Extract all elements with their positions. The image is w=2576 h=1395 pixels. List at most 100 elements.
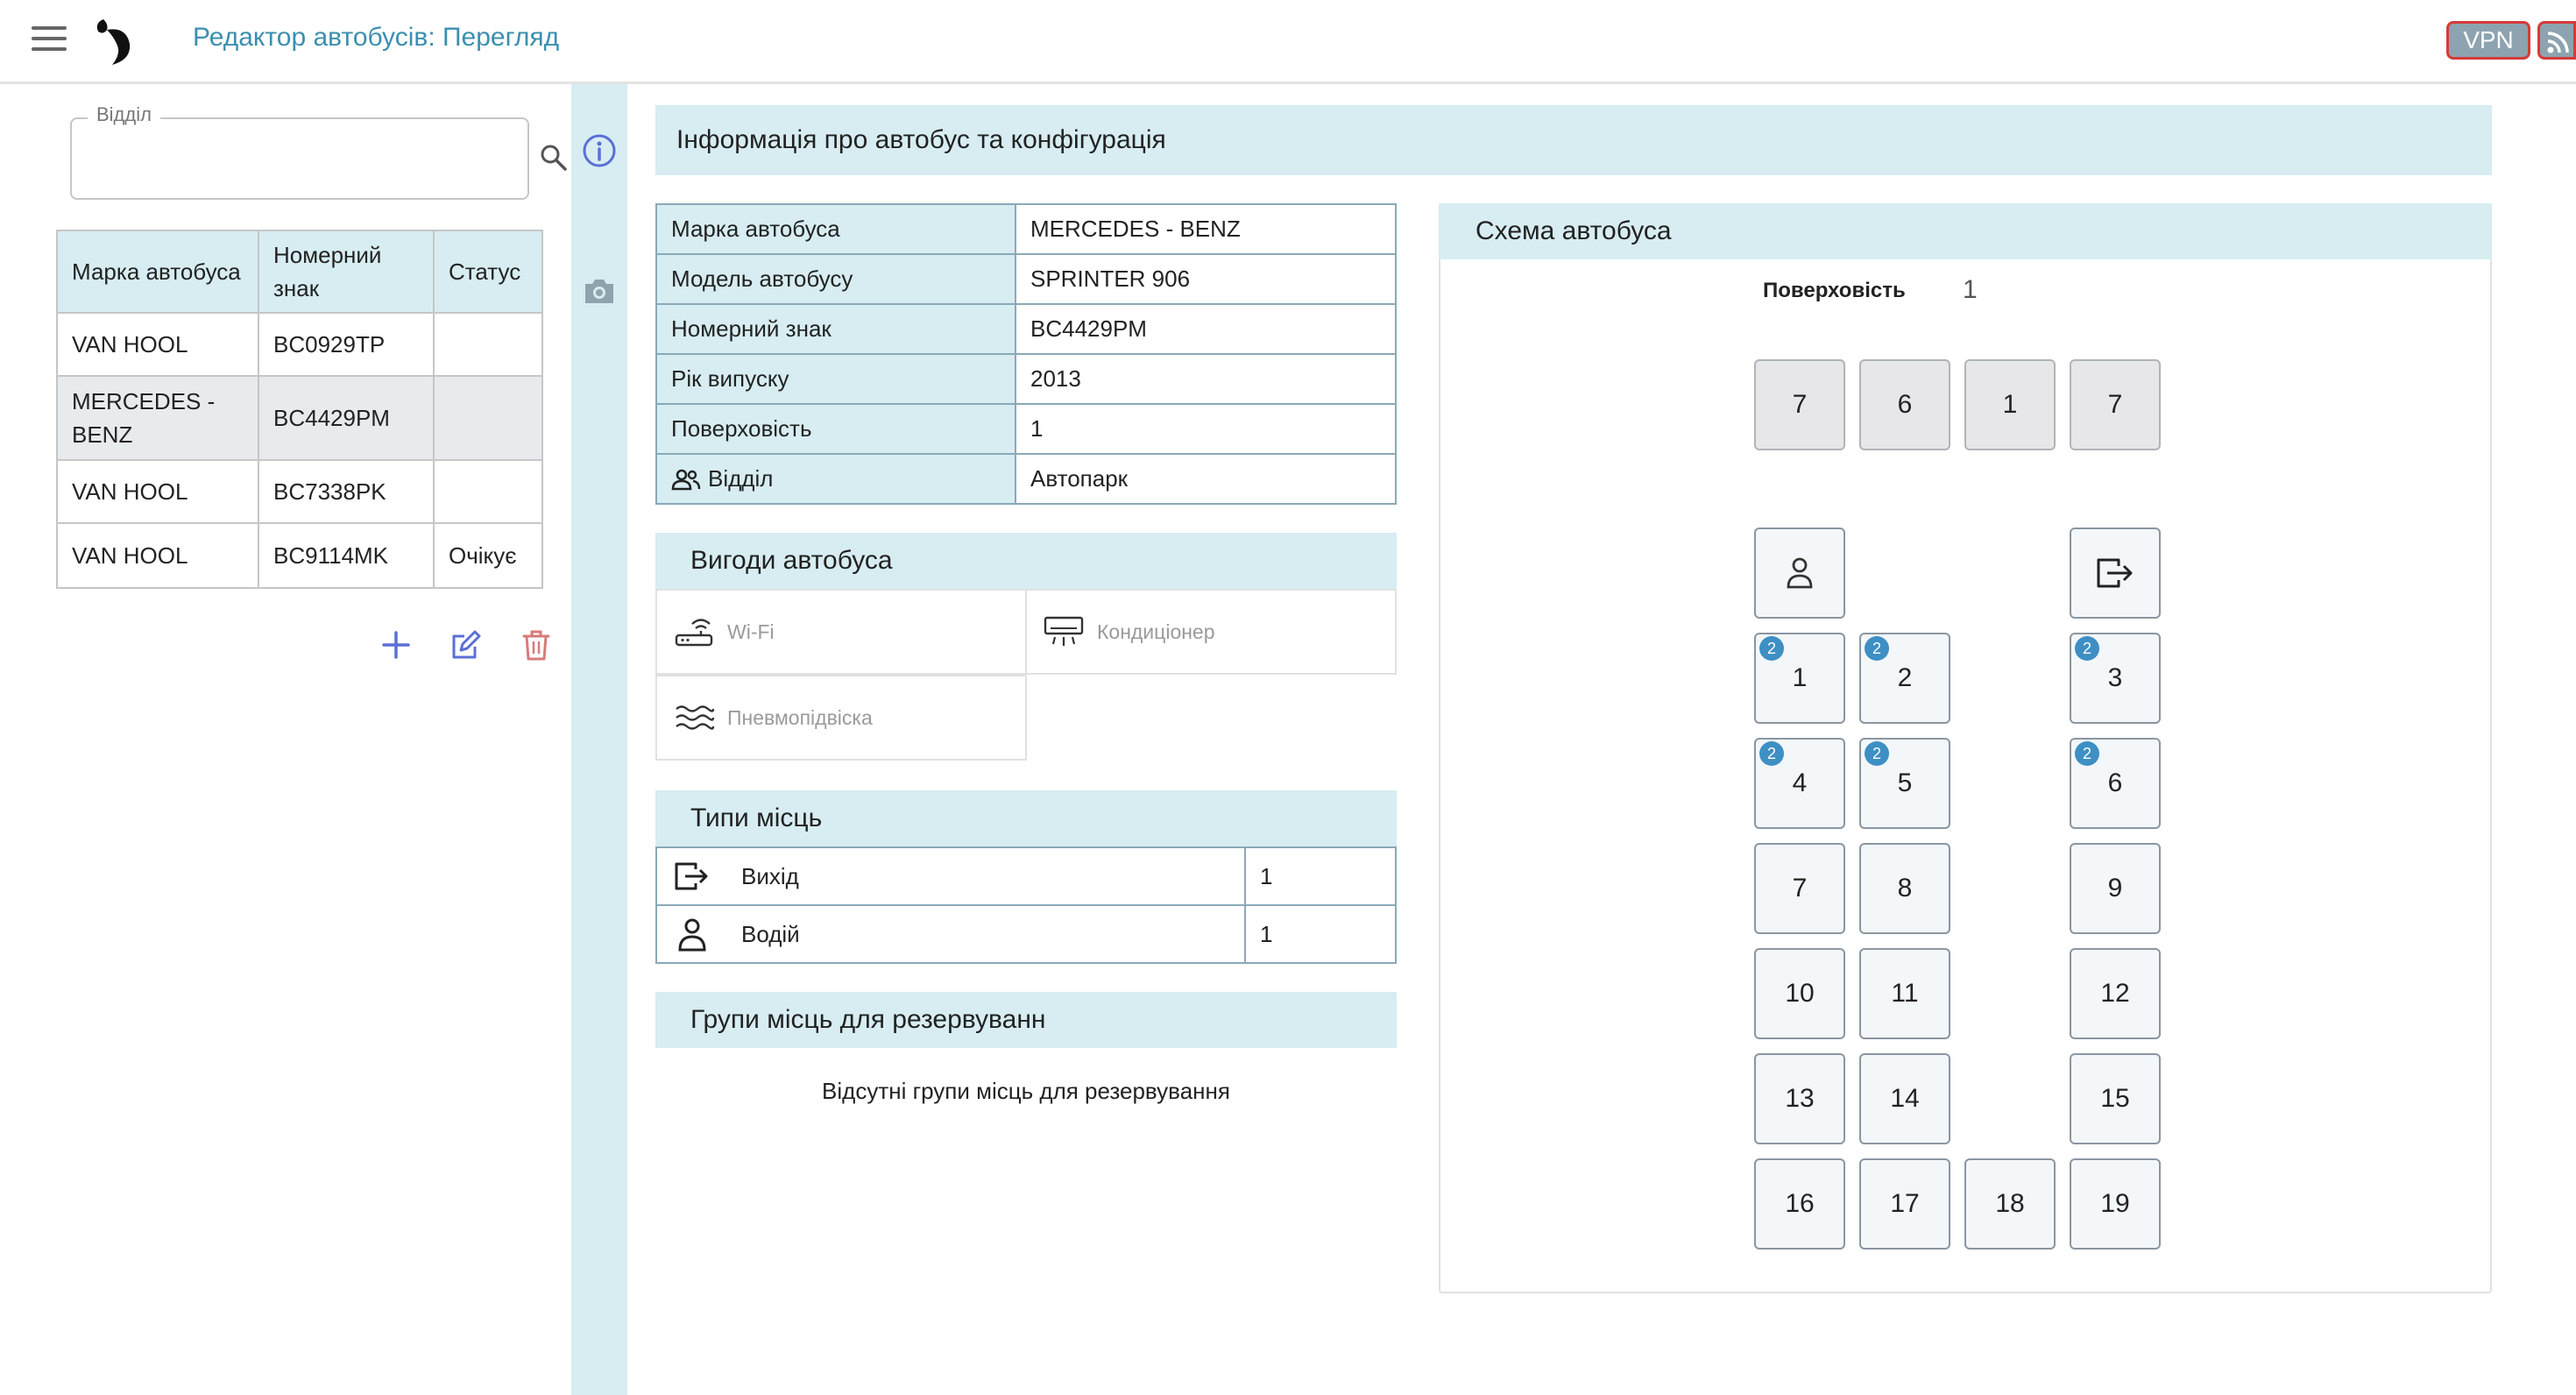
wifi-router-icon	[675, 619, 713, 647]
seat-1[interactable]: 21	[1754, 633, 1845, 724]
spec-label-department: Відділ	[655, 453, 1016, 505]
top-row-seat[interactable]: 7	[1754, 359, 1845, 450]
cell-plate: BC0929TP	[258, 312, 435, 377]
vpn-button[interactable]: VPN	[2446, 21, 2530, 60]
seat-type-row: Вихід 1	[655, 846, 1397, 906]
info-icon[interactable]	[582, 133, 617, 168]
amenity-label: Кондиціонер	[1097, 620, 1215, 643]
floor-selector[interactable]: 1	[1963, 275, 1978, 305]
table-row[interactable]: VAN HOOL BC9114MK Очікує	[56, 522, 543, 589]
spec-row: Рік випуску 2013	[655, 353, 1397, 405]
cell-plate: BC9114MK	[258, 522, 435, 589]
table-row[interactable]: VAN HOOL BC0929TP	[56, 312, 543, 377]
edit-icon[interactable]	[449, 627, 484, 662]
spec-row: Номерний знак BC4429PM	[655, 303, 1397, 355]
spec-label: Номерний знак	[655, 303, 1016, 355]
table-row[interactable]: VAN HOOL BC7338PK	[56, 459, 543, 524]
seat-type-label: Вихід	[741, 862, 799, 889]
seat-10[interactable]: 10	[1754, 948, 1845, 1039]
amenities-header: Вигоди автобуса	[655, 533, 1397, 589]
cell-brand: MERCEDES - BENZ	[56, 375, 259, 461]
amenity-air-conditioner[interactable]: Кондиціонер	[1025, 589, 1397, 675]
seat-15[interactable]: 15	[2070, 1053, 2161, 1144]
driver-seat[interactable]	[1754, 528, 1845, 619]
spec-row: Модель автобусу SPRINTER 906	[655, 253, 1397, 305]
spec-label: Поверховість	[655, 403, 1016, 455]
seat-3[interactable]: 23	[2070, 633, 2161, 724]
seat-types-table: Вихід 1 Водій 1	[655, 846, 1397, 964]
seat-badge: 2	[2075, 636, 2099, 661]
seat-type-cell: Вихід	[655, 846, 1246, 906]
camera-icon[interactable]	[582, 273, 617, 308]
seat-type-cell: Водій	[655, 904, 1246, 964]
air-conditioner-icon	[1044, 616, 1084, 646]
seat-16[interactable]: 16	[1754, 1158, 1845, 1250]
cell-plate: BC7338PK	[258, 459, 435, 524]
seat-14[interactable]: 14	[1859, 1053, 1950, 1144]
spec-row: Марка автобуса MERCEDES - BENZ	[655, 203, 1397, 255]
bus-scheme-header: Схема автобуса	[1439, 203, 2492, 259]
seat-type-row: Водій 1	[655, 904, 1397, 964]
seat-11[interactable]: 11	[1859, 948, 1950, 1039]
seat-4[interactable]: 24	[1754, 738, 1845, 829]
seat-badge: 2	[2075, 741, 2099, 766]
spec-value: 2013	[1015, 353, 1397, 405]
spec-value: Автопарк	[1015, 453, 1397, 505]
top-row-seat[interactable]: 1	[1964, 359, 2056, 450]
delete-icon[interactable]	[519, 627, 554, 662]
seat-types-header: Типи місць	[655, 790, 1397, 846]
column-header-plate[interactable]: Номерний знак	[258, 230, 435, 314]
seat-badge: 2	[1865, 636, 1889, 661]
spec-label: Рік випуску	[655, 353, 1016, 405]
exit-icon	[675, 862, 708, 890]
department-filter-input[interactable]	[70, 117, 529, 200]
top-bar: Редактор автобусів: Перегляд VPN	[0, 0, 2576, 84]
seat-13[interactable]: 13	[1754, 1053, 1845, 1144]
exit-seat[interactable]	[2070, 528, 2161, 619]
seat-groups-header: Групи місць для резервуванн	[655, 992, 1397, 1048]
add-icon[interactable]	[379, 627, 414, 662]
amenity-wifi[interactable]: Wi-Fi	[655, 589, 1027, 675]
department-filter-label: Відділ	[88, 103, 160, 126]
seat-17[interactable]: 17	[1859, 1158, 1950, 1250]
seat-9[interactable]: 9	[2070, 843, 2161, 934]
amenity-air-suspension[interactable]: Пневмопідвіска	[655, 675, 1027, 761]
seat-2[interactable]: 22	[1859, 633, 1950, 724]
cell-brand: VAN HOOL	[56, 459, 259, 524]
seat-19[interactable]: 19	[2070, 1158, 2161, 1250]
seat-6[interactable]: 26	[2070, 738, 2161, 829]
seat-18[interactable]: 18	[1964, 1158, 2056, 1250]
bus-info-header: Інформація про автобус та конфігурація	[655, 105, 2492, 175]
seat-12[interactable]: 12	[2070, 948, 2161, 1039]
amenity-label: Wi-Fi	[727, 620, 775, 643]
spec-row: Відділ Автопарк	[655, 453, 1397, 505]
cell-status	[433, 312, 543, 377]
seat-5[interactable]: 25	[1859, 738, 1950, 829]
page-title: Редактор автобусів: Перегляд	[193, 23, 560, 52]
spec-label: Модель автобусу	[655, 253, 1016, 305]
top-row-seat[interactable]: 6	[1859, 359, 1950, 450]
driver-icon	[1787, 557, 1813, 589]
seat-type-label: Водій	[741, 920, 800, 947]
seat-8[interactable]: 8	[1859, 843, 1950, 934]
cell-status	[433, 459, 543, 524]
search-icon[interactable]	[538, 142, 570, 173]
spec-value: BC4429PM	[1015, 303, 1397, 355]
people-icon	[671, 469, 701, 490]
bus-specs-table: Марка автобуса MERCEDES - BENZ Модель ав…	[655, 203, 1397, 505]
seat-7[interactable]: 7	[1754, 843, 1845, 934]
column-header-status[interactable]: Статус	[433, 230, 543, 314]
seat-number: 2	[1897, 663, 1913, 692]
driver-icon	[678, 918, 706, 952]
top-row-seat[interactable]: 7	[2070, 359, 2161, 450]
seat-badge: 2	[1759, 636, 1784, 661]
table-row-selected[interactable]: MERCEDES - BENZ BC4429PM	[56, 375, 543, 461]
cell-brand: VAN HOOL	[56, 522, 259, 589]
seat-number: 4	[1792, 768, 1808, 797]
seat-type-count: 1	[1244, 904, 1397, 964]
column-header-brand[interactable]: Марка автобуса	[56, 230, 259, 314]
exit-icon	[2097, 558, 2133, 588]
menu-icon[interactable]	[32, 26, 67, 54]
rss-button[interactable]	[2537, 21, 2576, 60]
seat-number: 3	[2107, 663, 2123, 692]
